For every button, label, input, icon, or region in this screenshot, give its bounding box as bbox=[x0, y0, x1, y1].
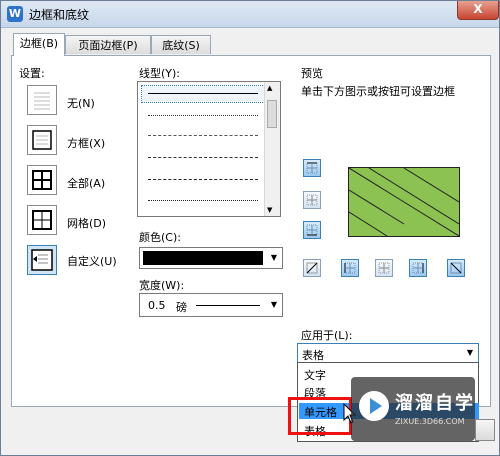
settings-heading: 设置: bbox=[19, 67, 45, 80]
watermark: 溜溜自学 ZIXUE.3D66.COM bbox=[351, 377, 475, 441]
chevron-down-icon[interactable]: ▼ bbox=[266, 248, 282, 268]
dialog-title: 边框和底纹 bbox=[29, 8, 90, 22]
setting-all-label[interactable]: 全部(A) bbox=[67, 175, 105, 191]
apply-to-heading: 应用于(L): bbox=[301, 329, 353, 342]
color-swatch bbox=[143, 251, 263, 265]
line-style-list[interactable]: ▲ ▼ bbox=[137, 81, 281, 217]
line-style-fine-dash[interactable] bbox=[148, 135, 258, 136]
left-border-icon[interactable] bbox=[341, 259, 359, 277]
inside-vertical-border-icon[interactable] bbox=[375, 259, 393, 277]
all-borders-icon[interactable] bbox=[27, 165, 57, 195]
scroll-up-icon[interactable]: ▲ bbox=[267, 84, 272, 92]
inside-horizontal-border-icon[interactable] bbox=[303, 191, 321, 209]
preview-hint: 单击下方图示或按钮可设置边框 bbox=[301, 85, 455, 98]
preview-box[interactable] bbox=[348, 167, 460, 237]
watermark-name: 溜溜自学 bbox=[395, 393, 475, 414]
right-border-icon[interactable] bbox=[409, 259, 427, 277]
setting-box-label[interactable]: 方框(X) bbox=[67, 135, 105, 151]
scroll-thumb[interactable] bbox=[267, 100, 277, 128]
width-select[interactable]: 0.5 磅 ▼ bbox=[139, 293, 283, 317]
line-style-solid[interactable] bbox=[148, 93, 258, 94]
grid-border-icon[interactable] bbox=[27, 205, 57, 235]
setting-grid-label[interactable]: 网格(D) bbox=[67, 215, 106, 231]
line-style-dash[interactable] bbox=[148, 157, 258, 158]
play-icon bbox=[370, 398, 382, 414]
title-bar: W 边框和底纹 X bbox=[1, 1, 499, 28]
box-border-icon[interactable] bbox=[27, 125, 57, 155]
line-style-heading: 线型(Y): bbox=[139, 67, 181, 80]
line-style-scrollbar[interactable]: ▲ ▼ bbox=[264, 82, 280, 216]
chevron-down-icon[interactable]: ▼ bbox=[462, 344, 478, 362]
setting-custom-label[interactable]: 自定义(U) bbox=[67, 253, 117, 269]
line-style-dash-dot[interactable] bbox=[148, 179, 258, 180]
diagonal-up-border-icon[interactable] bbox=[303, 259, 321, 277]
tab-borders[interactable]: 边框(B) bbox=[13, 33, 65, 56]
preview-heading: 预览 bbox=[301, 67, 323, 80]
chevron-down-icon[interactable]: ▼ bbox=[266, 294, 282, 316]
width-value: 0.5 bbox=[148, 299, 166, 312]
ok-button-partial[interactable] bbox=[475, 419, 495, 441]
dialog-window: W 边框和底纹 X 边框(B) 页面边框(P) 底纹(S) 设置: 无(N) 方… bbox=[0, 0, 500, 456]
width-unit: 磅 bbox=[176, 301, 187, 314]
width-heading: 宽度(W): bbox=[139, 279, 185, 292]
line-style-selected[interactable] bbox=[141, 85, 265, 103]
scroll-down-icon[interactable]: ▼ bbox=[267, 206, 272, 214]
apply-to-value: 表格 bbox=[302, 349, 324, 362]
width-line-sample bbox=[196, 305, 260, 306]
tab-page-borders[interactable]: 页面边框(P) bbox=[65, 35, 151, 54]
setting-none-label[interactable]: 无(N) bbox=[67, 95, 95, 111]
top-border-icon[interactable] bbox=[303, 159, 321, 177]
color-select[interactable]: ▼ bbox=[139, 247, 283, 269]
line-style-dotted[interactable] bbox=[148, 115, 258, 116]
watermark-url: ZIXUE.3D66.COM bbox=[395, 417, 465, 426]
line-style-dash-dot-dot[interactable] bbox=[148, 200, 258, 201]
diagonal-down-border-icon[interactable] bbox=[447, 259, 465, 277]
color-heading: 颜色(C): bbox=[139, 231, 181, 244]
tab-shading[interactable]: 底纹(S) bbox=[151, 35, 211, 54]
close-button[interactable]: X bbox=[457, 1, 499, 20]
app-icon: W bbox=[7, 6, 23, 22]
bottom-border-icon[interactable] bbox=[303, 221, 321, 239]
custom-border-icon[interactable] bbox=[27, 245, 57, 275]
apply-option-text[interactable]: 文字 bbox=[304, 367, 326, 383]
apply-to-select[interactable]: 表格 ▼ bbox=[297, 343, 479, 363]
no-border-icon[interactable] bbox=[27, 85, 57, 115]
